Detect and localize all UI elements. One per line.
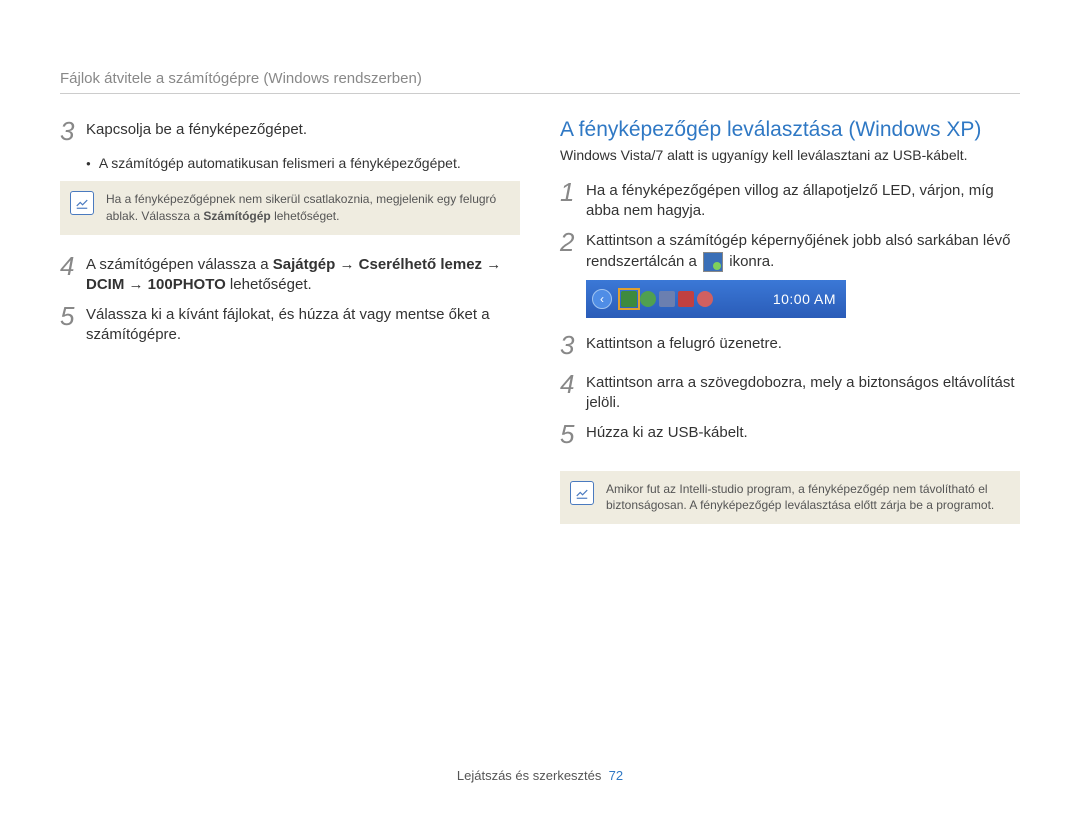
safely-remove-icon	[703, 252, 723, 272]
footer-label: Lejátszás és szerkesztés	[457, 768, 602, 783]
taskbar-highlighted-icon	[618, 288, 640, 310]
note-text: lehetőséget.	[271, 209, 340, 223]
tray-icon	[697, 291, 713, 307]
note-text: Amikor fut az Intelli-studio program, a …	[606, 482, 994, 513]
step-text: Válassza ki a kívánt fájlokat, és húzza …	[86, 303, 520, 346]
page-number: 72	[609, 768, 623, 783]
step-number: 4	[560, 367, 586, 402]
t: lehetőséget.	[226, 276, 312, 293]
step-number: 1	[560, 175, 586, 210]
taskbar-screenshot: ‹ 10:00 AM	[586, 280, 846, 318]
safely-remove-tray-icon	[621, 291, 637, 307]
note-icon	[70, 191, 94, 215]
left-step3-bullet: A számítógép automatikusan felismeri a f…	[86, 155, 520, 171]
section-title: A fényképezőgép leválasztása (Windows XP…	[560, 118, 1020, 142]
t: 100PHOTO	[148, 276, 226, 293]
t: Cserélhető lemez	[359, 256, 482, 273]
bullet-text: A számítógép automatikusan felismeri a f…	[99, 155, 461, 171]
t: A számítógépen válassza a	[86, 256, 273, 273]
tray-icon	[659, 291, 675, 307]
tray-volume-icon	[678, 291, 694, 307]
step-number: 2	[560, 225, 586, 260]
right-note-box: Amikor fut az Intelli-studio program, a …	[560, 471, 1020, 525]
right-column: A fényképezőgép leválasztása (Windows XP…	[560, 118, 1020, 542]
section-subtext: Windows Vista/7 alatt is ugyanígy kell l…	[560, 146, 1020, 165]
right-step-5: 5 Húzza ki az USB-kábelt.	[560, 421, 1020, 452]
page-header: Fájlok átvitele a számítógépre (Windows …	[60, 70, 1020, 94]
step-number: 3	[60, 114, 86, 149]
right-step-4: 4 Kattintson arra a szövegdobozra, mely …	[560, 371, 1020, 414]
left-column: 3 Kapcsolja be a fényképezőgépet. A szám…	[60, 118, 520, 542]
t: ikonra.	[725, 253, 774, 270]
taskbar-expand-icon: ‹	[592, 289, 612, 309]
t: Kattintson a számítógép képernyőjének jo…	[586, 232, 1010, 269]
note-icon	[570, 481, 594, 505]
step-text: A számítógépen válassza a Sajátgép → Cse…	[86, 253, 520, 296]
step-number: 4	[60, 249, 86, 284]
left-step-5: 5 Válassza ki a kívánt fájlokat, és húzz…	[60, 303, 520, 346]
taskbar-clock: 10:00 AM	[773, 291, 840, 307]
step-text: Kattintson a számítógép képernyőjének jo…	[586, 229, 1020, 272]
left-step-4: 4 A számítógépen válassza a Sajátgép → C…	[60, 253, 520, 296]
step-text: Kattintson a felugró üzenetre.	[586, 332, 1020, 354]
arrow: →	[335, 256, 358, 273]
step-number: 5	[60, 299, 86, 334]
step-number: 3	[560, 328, 586, 363]
t: Sajátgép	[273, 256, 336, 273]
step-text: Kapcsolja be a fényképezőgépet.	[86, 118, 520, 140]
step-text: Ha a fényképezőgépen villog az állapotje…	[586, 179, 1020, 222]
right-step-3: 3 Kattintson a felugró üzenetre.	[560, 332, 1020, 363]
page-footer: Lejátszás és szerkesztés 72	[0, 768, 1080, 783]
note-bold: Számítógép	[203, 209, 270, 223]
step-text: Húzza ki az USB-kábelt.	[586, 421, 1020, 443]
right-step-1: 1 Ha a fényképezőgépen villog az állapot…	[560, 179, 1020, 222]
right-step-2: 2 Kattintson a számítógép képernyőjének …	[560, 229, 1020, 272]
left-step-3: 3 Kapcsolja be a fényképezőgépet.	[60, 118, 520, 149]
left-note-box: Ha a fényképezőgépnek nem sikerül csatla…	[60, 181, 520, 235]
arrow: →	[482, 256, 501, 273]
arrow: →	[124, 276, 147, 293]
tray-icon	[640, 291, 656, 307]
step-text: Kattintson arra a szövegdobozra, mely a …	[586, 371, 1020, 414]
t: DCIM	[86, 276, 124, 293]
step-number: 5	[560, 417, 586, 452]
